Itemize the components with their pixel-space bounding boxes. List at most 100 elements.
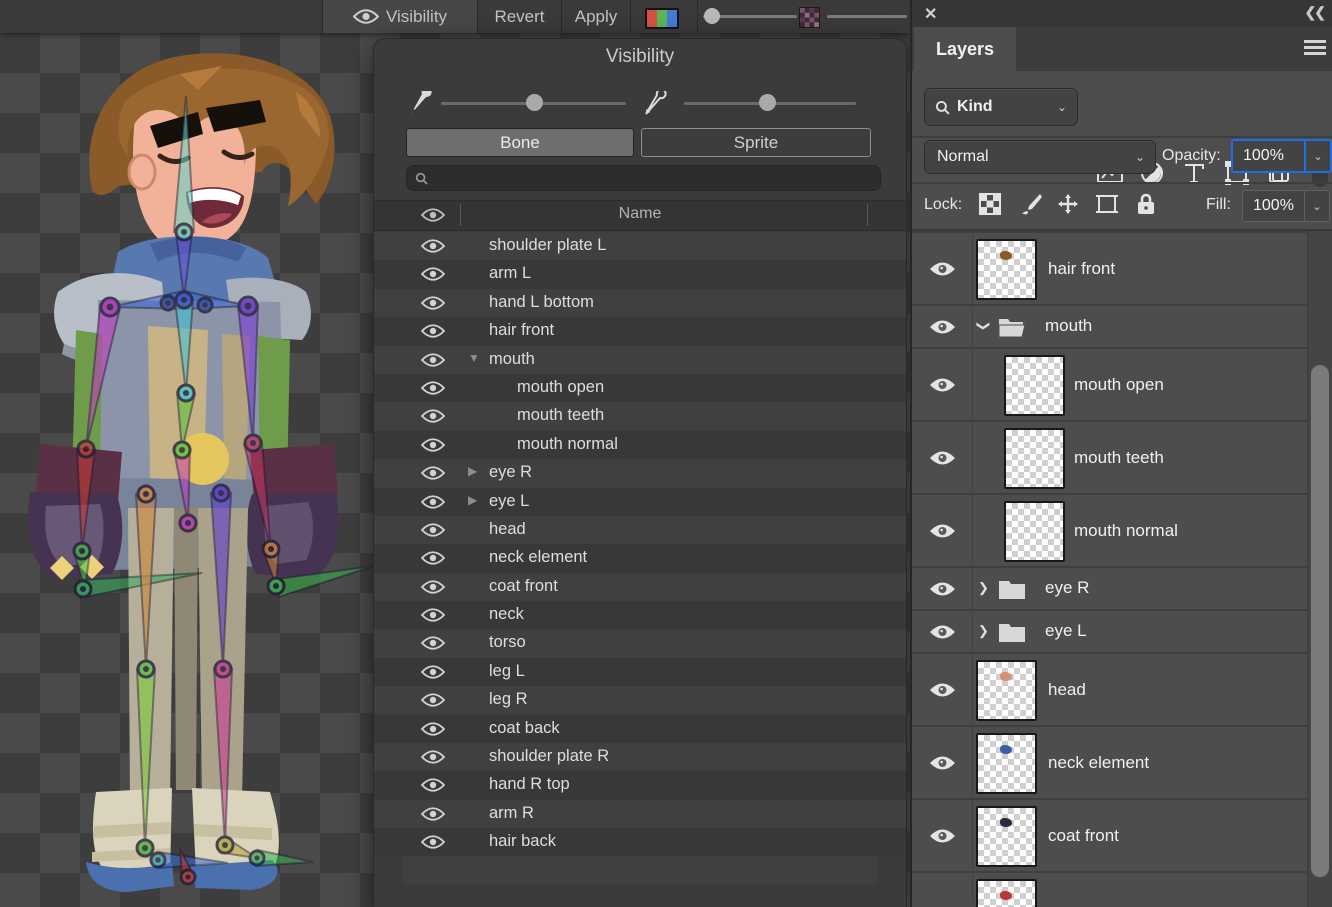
layer-visibility-eye-icon[interactable] [929,754,956,772]
tab-bone[interactable]: Bone [406,128,634,157]
lock-position-icon[interactable] [1056,192,1080,216]
eye-toggle-icon[interactable] [421,323,445,339]
visibility-row-leg-R[interactable]: leg R [374,686,906,714]
lock-artboard-icon[interactable] [1095,192,1119,216]
expander-closed-icon[interactable]: ▶ [468,493,484,507]
layer-visibility-eye-icon[interactable] [929,318,956,336]
visibility-row-coat-front[interactable]: coat front [374,573,906,601]
group-expander-open-icon[interactable]: ❯ [975,321,991,332]
eye-toggle-icon[interactable] [421,721,445,737]
layer-group-eye-L[interactable]: ❯eye L [912,609,1307,652]
layer-row-mouth-teeth[interactable]: mouth teeth [912,420,1307,493]
visibility-toggle-button[interactable]: Visibility [323,0,477,33]
close-icon[interactable]: ✕ [924,4,937,24]
eye-toggle-icon[interactable] [421,266,445,282]
panel-menu-icon[interactable] [1304,40,1326,58]
tab-sprite[interactable]: Sprite [641,128,871,157]
layer-visibility-eye-icon[interactable] [929,580,956,598]
group-expander-closed-icon[interactable]: ❯ [978,623,989,639]
sprite-opacity-slider-track[interactable] [827,15,907,18]
eye-toggle-icon[interactable] [421,607,445,623]
layer-thumbnail[interactable] [1004,355,1065,416]
eye-toggle-icon[interactable] [421,380,445,396]
kind-filter-dropdown[interactable]: Kind ⌄ [924,88,1078,126]
visibility-row-arm-L[interactable]: arm L [374,260,906,288]
opacity-value-box[interactable]: 100% ⌄ [1231,139,1332,173]
eye-toggle-icon[interactable] [421,749,445,765]
eye-toggle-icon[interactable] [421,692,445,708]
layer-row-hair-front[interactable]: hair front [912,231,1307,304]
layer-visibility-eye-icon[interactable] [929,681,956,699]
eye-toggle-icon[interactable] [421,579,445,595]
layer-thumbnail[interactable] [1004,501,1065,562]
layer-visibility-eye-icon[interactable] [929,623,956,641]
visibility-row-torso[interactable]: torso [374,629,906,657]
layer-thumbnail[interactable] [976,879,1037,907]
layer-thumbnail[interactable] [976,239,1037,300]
layer-thumbnail[interactable] [976,806,1037,867]
eye-toggle-icon[interactable] [421,664,445,680]
group-expander-closed-icon[interactable]: ❯ [978,580,989,596]
eye-toggle-icon[interactable] [421,777,445,793]
layer-visibility-eye-icon[interactable] [929,827,956,845]
lock-all-icon[interactable] [1134,192,1158,216]
eye-toggle-icon[interactable] [421,408,445,424]
layer-thumbnail[interactable] [1004,428,1065,489]
sprite-alpha-slider-knob[interactable] [759,94,776,111]
bone-alpha-slider-knob[interactable] [526,94,543,111]
layer-visibility-eye-icon[interactable] [929,522,956,540]
visibility-row-mouth-normal[interactable]: mouth normal [374,431,906,459]
layer-group-eye-R[interactable]: ❯eye R [912,566,1307,609]
bone-color-swatch-button[interactable] [645,8,679,29]
eye-toggle-icon[interactable] [421,806,445,822]
eye-toggle-icon[interactable] [421,550,445,566]
eye-toggle-icon[interactable] [421,295,445,311]
blend-mode-dropdown[interactable]: Normal ⌄ [924,140,1156,174]
tab-layers[interactable]: Layers [914,27,1016,71]
expander-open-icon[interactable]: ▼ [468,351,484,365]
lock-pixels-brush-icon[interactable] [1020,192,1044,216]
visibility-row-shoulder-plate-R[interactable]: shoulder plate R [374,743,906,771]
eye-toggle-icon[interactable] [421,238,445,254]
eye-toggle-icon[interactable] [421,465,445,481]
visibility-row-coat-back[interactable]: coat back [374,715,906,743]
chevron-down-icon[interactable]: ⌄ [1304,191,1329,221]
layer-row-head[interactable]: head [912,652,1307,725]
layer-row-coat-front[interactable]: coat front [912,798,1307,871]
eye-toggle-icon[interactable] [421,635,445,651]
layer-visibility-eye-icon[interactable] [929,376,956,394]
sprite-pattern-icon[interactable] [799,7,820,28]
apply-button[interactable]: Apply [562,0,630,33]
visibility-row-eye-R[interactable]: ▶eye R [374,459,906,487]
visibility-row-neck[interactable]: neck [374,601,906,629]
layer-thumbnail[interactable] [976,733,1037,794]
visibility-row-hair-front[interactable]: hair front [374,317,906,345]
layer-visibility-eye-icon[interactable] [929,260,956,278]
revert-button[interactable]: Revert [478,0,561,33]
layer-row-partial[interactable] [912,871,1307,903]
eye-toggle-icon[interactable] [421,352,445,368]
visibility-row-neck-element[interactable]: neck element [374,544,906,572]
expander-closed-icon[interactable]: ▶ [468,464,484,478]
visibility-row-mouth-open[interactable]: mouth open [374,374,906,402]
eye-toggle-icon[interactable] [421,522,445,538]
layers-scrollbar-thumb[interactable] [1311,365,1329,877]
layer-visibility-eye-icon[interactable] [929,449,956,467]
search-input[interactable] [406,165,881,191]
visibility-row-mouth[interactable]: ▼mouth [374,346,906,374]
visibility-row-eye-L[interactable]: ▶eye L [374,488,906,516]
visibility-row-hand-L-bottom[interactable]: hand L bottom [374,289,906,317]
bone-opacity-slider-knob[interactable] [704,8,720,24]
layer-row-mouth-normal[interactable]: mouth normal [912,493,1307,566]
visibility-row-shoulder-plate-L[interactable]: shoulder plate L [374,232,906,260]
eye-toggle-icon[interactable] [421,494,445,510]
layer-group-mouth[interactable]: ❯mouth [912,304,1307,347]
eye-toggle-icon[interactable] [421,834,445,850]
lock-transparency-icon[interactable] [978,192,1002,216]
visibility-row-hand-R-top[interactable]: hand R top [374,771,906,799]
visibility-row-head[interactable]: head [374,516,906,544]
visibility-row-leg-L[interactable]: leg L [374,658,906,686]
layer-row-mouth-open[interactable]: mouth open [912,347,1307,420]
fill-value-box[interactable]: 100% ⌄ [1242,190,1330,222]
layer-thumbnail[interactable] [976,660,1037,721]
